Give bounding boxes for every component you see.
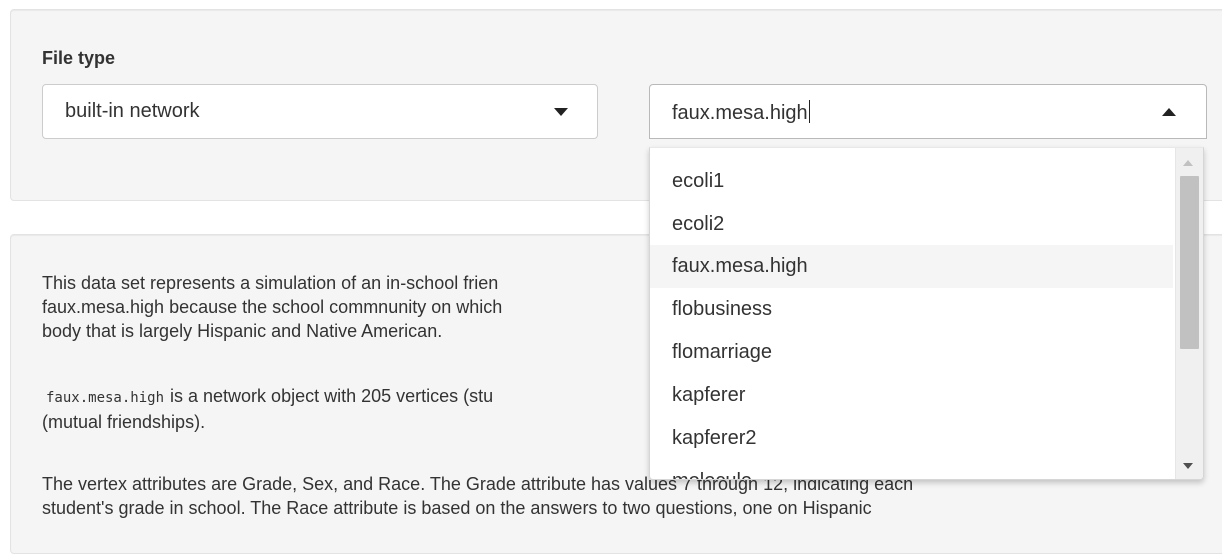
caret-down-icon (554, 108, 568, 116)
description-paragraph-1: This data set represents a simulation of… (42, 271, 502, 343)
scroll-down-arrow-icon[interactable] (1183, 463, 1193, 469)
paragraph-line: This data set represents a simulation of… (42, 273, 499, 293)
file-type-label: File type (42, 48, 116, 68)
dataset-select-input[interactable]: faux.mesa.high (649, 84, 1207, 139)
dataset-dropdown-menu[interactable]: ecoli1 ecoli2 faux.mesa.high flobusiness… (649, 147, 1204, 480)
caret-up-icon[interactable] (1162, 108, 1176, 116)
dropdown-option[interactable]: molecule (650, 460, 1173, 479)
dropdown-option[interactable]: ecoli1 (650, 160, 1173, 203)
paragraph-line: body that is largely Hispanic and Native… (42, 321, 443, 341)
paragraph-text: is a network object with 205 vertices (s… (170, 386, 494, 406)
scroll-up-arrow-icon[interactable] (1183, 160, 1193, 166)
dataset-input-value: faux.mesa.high (672, 102, 808, 124)
file-type-selected-value: built-in network (65, 100, 200, 122)
code-network-name: faux.mesa.high (46, 390, 165, 406)
dropdown-option[interactable]: kapferer (650, 374, 1173, 417)
dropdown-option[interactable]: ecoli2 (650, 203, 1173, 246)
dataset-input-text: faux.mesa.high (672, 100, 810, 125)
paragraph-line: faux.mesa.high is a network object with 2… (42, 384, 493, 410)
dropdown-option-highlighted[interactable]: faux.mesa.high (650, 245, 1173, 288)
text-cursor (808, 100, 810, 123)
description-paragraph-2: faux.mesa.high is a network object with 2… (42, 384, 493, 434)
paragraph-line: (mutual friendships). (42, 412, 206, 432)
dropdown-scrollbar[interactable] (1175, 148, 1203, 479)
scrollbar-thumb[interactable] (1180, 176, 1199, 349)
dropdown-option[interactable]: kapferer2 (650, 417, 1173, 460)
dropdown-option[interactable]: flobusiness (650, 288, 1173, 331)
file-type-select[interactable]: built-in network (42, 84, 598, 139)
paragraph-line: student's grade in school. The Race attr… (42, 498, 872, 518)
dropdown-option[interactable]: flomarriage (650, 331, 1173, 374)
paragraph-line: faux.mesa.high because the school commnu… (42, 297, 503, 317)
